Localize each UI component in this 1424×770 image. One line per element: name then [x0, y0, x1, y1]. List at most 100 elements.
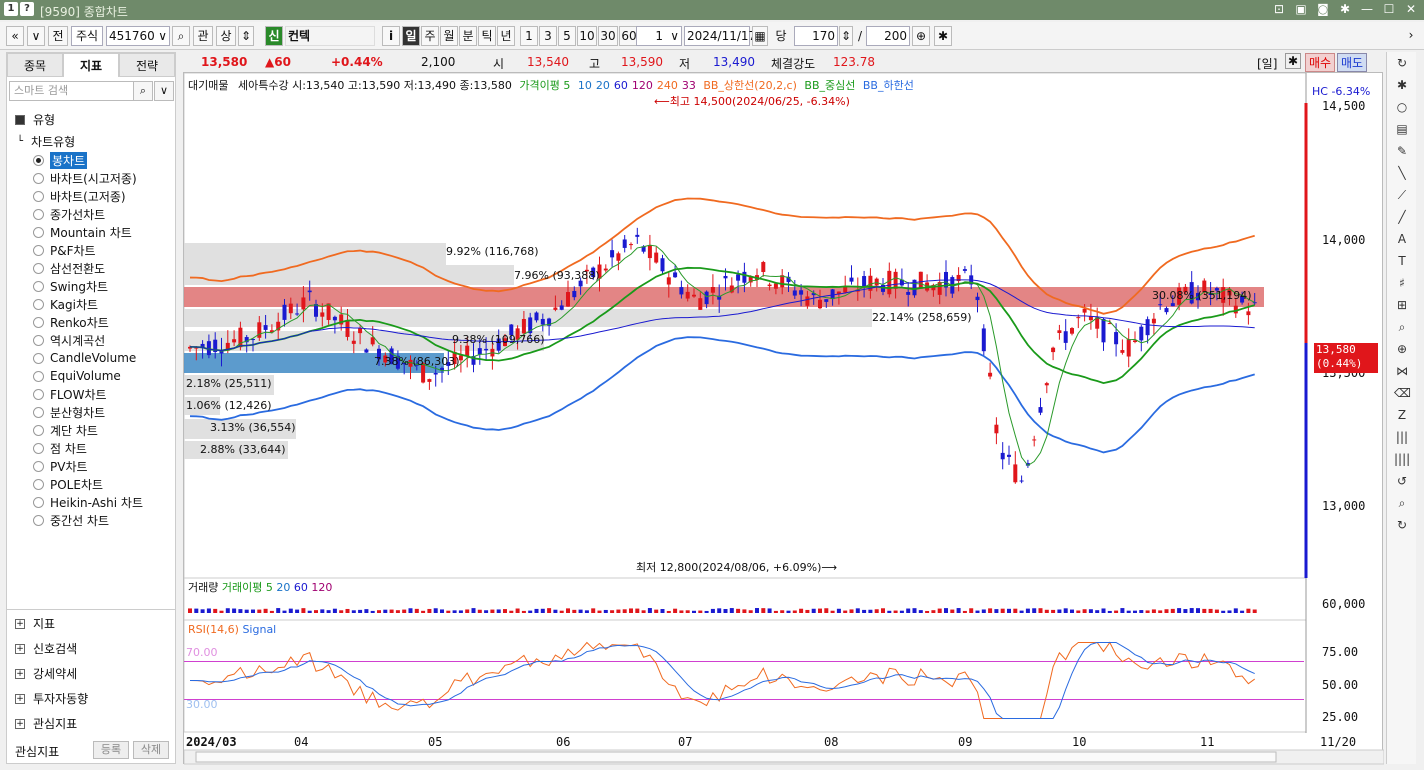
help-icon[interactable]: 1: [4, 2, 18, 16]
maximize-icon[interactable]: ☐: [1382, 2, 1396, 16]
chart-type-item[interactable]: 종가선차트: [33, 205, 105, 223]
eraser-icon[interactable]: ⌫: [1394, 386, 1411, 402]
section-item[interactable]: + 관심지표: [15, 715, 77, 732]
sell-button[interactable]: 매도: [1337, 53, 1368, 72]
chart-type-item[interactable]: 봉차트: [33, 151, 88, 169]
period-tab-1[interactable]: 주: [421, 26, 439, 46]
bars-icon[interactable]: |||: [1394, 430, 1410, 446]
sang-button[interactable]: 상: [216, 26, 236, 46]
market-select[interactable]: 주식: [71, 26, 103, 46]
delete-button[interactable]: 삭제: [133, 741, 169, 759]
expand-icon[interactable]: ›: [1404, 26, 1418, 46]
chart-type-item[interactable]: FLOW차트: [33, 385, 107, 403]
circle-icon[interactable]: ○: [1394, 100, 1410, 116]
redo-icon[interactable]: ↻: [1394, 518, 1410, 534]
refresh-icon[interactable]: ↻: [1394, 56, 1410, 72]
search-icon[interactable]: ⌕: [172, 26, 190, 46]
trend-line-icon[interactable]: ⟋: [1394, 188, 1410, 204]
prev-button[interactable]: «: [6, 26, 24, 46]
price-chart-svg[interactable]: [183, 72, 1385, 765]
period-tab-3[interactable]: 분: [459, 26, 477, 46]
section-item[interactable]: + 지표: [15, 615, 55, 632]
step-select[interactable]: 1 ∨: [636, 26, 682, 46]
number-tab-0[interactable]: 1: [520, 26, 538, 46]
bar-chart-icon[interactable]: ▤: [1394, 122, 1410, 138]
undo-icon[interactable]: ↺: [1394, 474, 1410, 490]
date-input[interactable]: 2024/11/17: [684, 26, 756, 46]
save-icon[interactable]: ▣: [1294, 2, 1308, 16]
line-tool-icon[interactable]: ╲: [1394, 166, 1410, 182]
dropdown-button[interactable]: ∨: [27, 26, 45, 46]
chart-type-item[interactable]: 역시계곡선: [33, 331, 105, 349]
chart-area[interactable]: 대기매물 세아특수강 시:13,540 고:13,590 저:13,490 종:…: [183, 72, 1385, 765]
chart-type-item[interactable]: 삼선전환도: [33, 259, 105, 277]
settings-icon[interactable]: ✱: [934, 26, 952, 46]
gear-icon[interactable]: ✱: [1285, 53, 1301, 69]
chart-type-item[interactable]: 분산형차트: [33, 403, 105, 421]
number-tab-4[interactable]: 30: [598, 26, 618, 46]
chart-type-item[interactable]: Renko차트: [33, 313, 109, 331]
chart-type-item[interactable]: 계단 차트: [33, 421, 98, 439]
number-tab-1[interactable]: 3: [539, 26, 557, 46]
chart-type-item[interactable]: 바차트(고저종): [33, 187, 126, 205]
spinner-icon[interactable]: ⇕: [839, 26, 853, 46]
info-button[interactable]: i: [382, 26, 400, 46]
magnify-icon[interactable]: ⊕: [1394, 342, 1410, 358]
zoom-icon[interactable]: ⊕: [912, 26, 930, 46]
chevron-down-icon[interactable]: ∨: [154, 81, 174, 101]
gear-icon[interactable]: ✱: [1338, 2, 1352, 16]
section-item[interactable]: + 강세약세: [15, 665, 77, 682]
chart-type-item[interactable]: Swing차트: [33, 277, 108, 295]
period-tab-5[interactable]: 년: [497, 26, 515, 46]
smart-search-input[interactable]: 스마트 검색: [9, 81, 135, 101]
register-button[interactable]: 등록: [93, 741, 129, 759]
chart-type-item[interactable]: 점 차트: [33, 439, 87, 457]
pencil-icon[interactable]: ✎: [1394, 144, 1410, 160]
search-icon[interactable]: ⌕: [133, 81, 153, 101]
pin-icon[interactable]: ⊡: [1272, 2, 1286, 16]
updown-icon[interactable]: ⇕: [238, 26, 254, 46]
section-item[interactable]: + 신호검색: [15, 640, 77, 657]
chart-type-item[interactable]: 바차트(시고저종): [33, 169, 137, 187]
tab-strategy[interactable]: 전략: [119, 53, 175, 77]
settings-icon[interactable]: ✱: [1394, 78, 1410, 94]
camera-icon[interactable]: ◙: [1316, 2, 1330, 16]
diagonal-line-icon[interactable]: ╱: [1394, 210, 1410, 226]
grid-icon[interactable]: ⊞: [1394, 298, 1410, 314]
jeon-button[interactable]: 전: [48, 26, 68, 46]
section-item[interactable]: + 투자자동향: [15, 690, 88, 707]
chart-type-item[interactable]: POLE차트: [33, 475, 103, 493]
total-input[interactable]: 200: [866, 26, 910, 46]
period-tab-2[interactable]: 월: [440, 26, 458, 46]
text-icon[interactable]: T: [1394, 254, 1410, 270]
marker-icon[interactable]: ♯: [1394, 276, 1410, 292]
question-icon[interactable]: ?: [20, 2, 34, 16]
gwan-button[interactable]: 관: [193, 26, 213, 46]
chart-type-item[interactable]: 중간선 차트: [33, 511, 109, 529]
chart-type-item[interactable]: Kagi차트: [33, 295, 98, 313]
chart-type-item[interactable]: EquiVolume: [33, 367, 121, 385]
tab-indicator[interactable]: 지표: [63, 53, 119, 77]
code-input[interactable]: 451760 ∨: [106, 26, 170, 46]
number-tab-3[interactable]: 10: [577, 26, 597, 46]
subgroup-chart-type[interactable]: └ 차트유형: [17, 133, 75, 150]
number-tab-2[interactable]: 5: [558, 26, 576, 46]
zoom-icon[interactable]: ⌕: [1394, 320, 1410, 336]
pattern-icon[interactable]: ⋈: [1394, 364, 1410, 380]
minimize-icon[interactable]: —: [1360, 2, 1374, 16]
buy-button[interactable]: 매수: [1305, 53, 1336, 72]
search-icon[interactable]: ⌕: [1394, 496, 1410, 512]
period-tab-0[interactable]: 일: [402, 26, 420, 46]
auto-icon[interactable]: A: [1394, 232, 1410, 248]
period-tab-4[interactable]: 틱: [478, 26, 496, 46]
chart-type-item[interactable]: CandleVolume: [33, 349, 136, 367]
columns-icon[interactable]: ||||: [1394, 452, 1410, 468]
tab-jongmok[interactable]: 종목: [7, 53, 63, 77]
count-input[interactable]: 170: [794, 26, 838, 46]
calendar-icon[interactable]: ▦: [752, 26, 768, 46]
close-icon[interactable]: ✕: [1404, 2, 1418, 16]
chart-type-item[interactable]: Mountain 차트: [33, 223, 132, 241]
z-icon[interactable]: Z: [1394, 408, 1410, 424]
chart-type-item[interactable]: Heikin-Ashi 차트: [33, 493, 143, 511]
chart-type-item[interactable]: P&F차트: [33, 241, 96, 259]
